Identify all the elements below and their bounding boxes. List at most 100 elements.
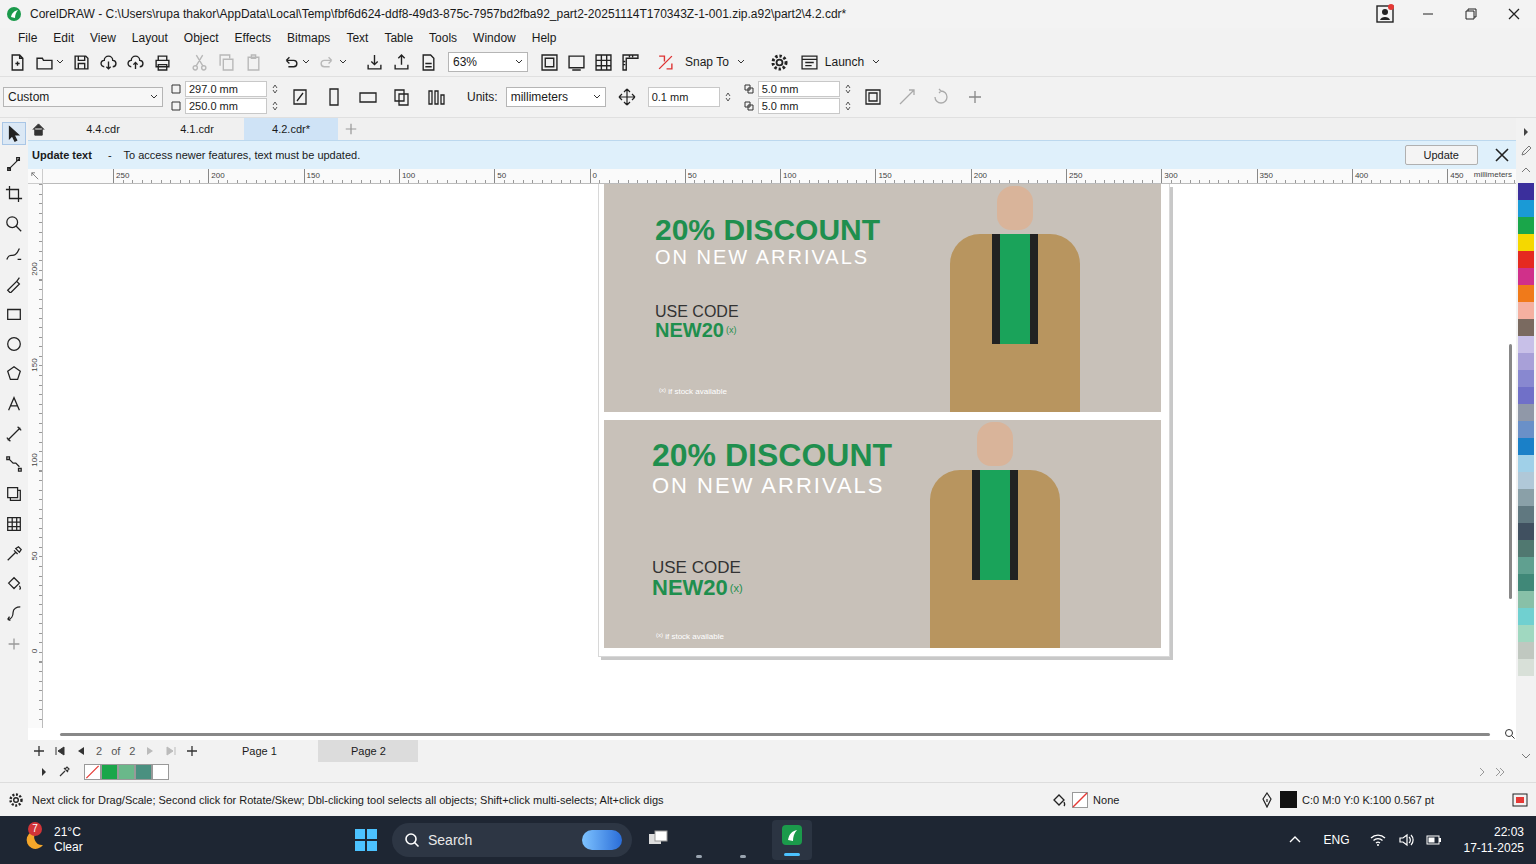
spinner-icon[interactable] — [271, 100, 279, 112]
document-tab[interactable]: 4.4.cdr — [56, 118, 150, 140]
spinner-icon[interactable] — [724, 91, 732, 103]
task-view-icon[interactable] — [646, 828, 670, 852]
status-gear-icon[interactable] — [8, 792, 24, 808]
menu-item[interactable]: Window — [465, 28, 524, 48]
scroll-end-icon[interactable] — [1494, 766, 1506, 778]
clock[interactable]: 22:0317-11-2025 — [1464, 824, 1525, 856]
color-swatch[interactable] — [1518, 472, 1534, 489]
tool-button[interactable] — [2, 632, 26, 655]
update-button[interactable]: Update — [1405, 145, 1478, 165]
menu-item[interactable]: Bitmaps — [279, 28, 338, 48]
color-swatch[interactable] — [1518, 438, 1534, 455]
all-pages-icon[interactable] — [392, 87, 412, 107]
coreldraw-taskbar-app[interactable] — [772, 820, 812, 860]
toolbar-button[interactable] — [4, 50, 31, 74]
color-swatch[interactable] — [1518, 285, 1534, 302]
tool-button[interactable] — [2, 512, 26, 535]
current-page-icon[interactable] — [426, 87, 446, 107]
tool-button[interactable] — [2, 272, 26, 295]
scroll-down-icon[interactable] — [1520, 750, 1532, 762]
scale-icon[interactable] — [897, 87, 917, 107]
toolbar-button[interactable] — [149, 50, 176, 74]
document-tab[interactable]: 4.2.cdr* — [244, 118, 338, 140]
taskbar-search[interactable]: Search — [392, 823, 632, 857]
menu-item[interactable]: Text — [338, 28, 376, 48]
tool-button[interactable] — [2, 242, 26, 265]
toolbar-button[interactable] — [361, 50, 388, 74]
color-swatch[interactable] — [1518, 387, 1534, 404]
close-notification-icon[interactable] — [1494, 147, 1510, 163]
tool-button[interactable] — [2, 542, 26, 565]
profile-icon[interactable] — [1375, 4, 1395, 24]
tool-button[interactable] — [2, 392, 26, 415]
color-swatch[interactable] — [1518, 506, 1534, 523]
discount-banner[interactable]: 20% DISCOUNTON NEW ARRIVALSUSE CODENEW20… — [604, 184, 1161, 412]
toolbar-button[interactable] — [617, 50, 644, 74]
zoom-level-field[interactable]: 63% — [448, 52, 528, 72]
toolbar-button[interactable] — [277, 50, 314, 74]
palette-expand-icon[interactable] — [38, 766, 50, 778]
color-swatch[interactable] — [1518, 336, 1534, 353]
spinner-icon[interactable] — [844, 100, 852, 112]
tool-button[interactable] — [2, 362, 26, 385]
tool-button[interactable] — [2, 482, 26, 505]
duplicate-y-field[interactable]: 5.0 mm — [744, 98, 852, 114]
color-swatch[interactable] — [1518, 455, 1534, 472]
document-color-swatch[interactable] — [118, 764, 135, 780]
page-preset-select[interactable]: Custom — [3, 87, 163, 107]
outline-indicator[interactable]: C:0 M:0 Y:0 K:100 0.567 pt — [1259, 791, 1434, 808]
taskbar-app[interactable] — [684, 820, 714, 860]
color-swatch[interactable] — [1518, 370, 1534, 387]
minimize-icon[interactable] — [1418, 4, 1438, 24]
toolbar-button[interactable] — [536, 50, 563, 74]
bleed-icon[interactable] — [863, 87, 883, 107]
spinner-icon[interactable] — [271, 83, 279, 95]
tool-button[interactable] — [2, 452, 26, 475]
close-icon[interactable] — [1504, 4, 1524, 24]
tool-button[interactable] — [2, 122, 26, 145]
color-swatch[interactable] — [1518, 234, 1534, 251]
color-swatch[interactable] — [1518, 591, 1534, 608]
page-background-icon[interactable] — [290, 87, 310, 107]
page-height-field[interactable]: 250.0 mm — [171, 98, 279, 114]
first-page-icon[interactable] — [54, 745, 66, 757]
scroll-up-icon[interactable] — [1520, 164, 1532, 176]
document-color-swatch[interactable] — [101, 764, 118, 780]
canvas[interactable]: 20% DISCOUNTON NEW ARRIVALSUSE CODENEW20… — [43, 184, 1504, 728]
toolbar-button[interactable] — [95, 50, 122, 74]
tool-button[interactable] — [2, 182, 26, 205]
vertical-scroll-thumb[interactable] — [1509, 344, 1512, 599]
toolbar-button[interactable] — [388, 50, 415, 74]
toolbar-button[interactable] — [122, 50, 149, 74]
input-language[interactable]: ENG — [1323, 833, 1349, 847]
zoom-corner-icon[interactable] — [1504, 728, 1516, 740]
speaker-icon[interactable] — [1398, 832, 1414, 848]
toolbar-button[interactable] — [652, 50, 679, 74]
color-proof-icon[interactable] — [1512, 792, 1528, 808]
document-tab[interactable]: 4.1.cdr — [150, 118, 244, 140]
color-swatch[interactable] — [1518, 353, 1534, 370]
tool-button[interactable] — [2, 602, 26, 625]
weather-widget[interactable]: 721°CClear — [0, 825, 340, 855]
launch-dropdown[interactable]: Launch — [794, 54, 886, 71]
dropdown-caret-icon[interactable] — [515, 58, 523, 66]
color-swatch[interactable] — [1518, 574, 1534, 591]
discount-banner[interactable]: 20% DISCOUNTON NEW ARRIVALSUSE CODENEW20… — [604, 420, 1161, 648]
page-tab[interactable]: Page 2 — [318, 740, 418, 762]
restore-icon[interactable] — [1461, 4, 1481, 24]
tool-button[interactable] — [2, 152, 26, 175]
options-button[interactable] — [765, 50, 794, 74]
menu-item[interactable]: View — [82, 28, 124, 48]
color-swatch[interactable] — [1518, 540, 1534, 557]
toolbar-button[interactable] — [590, 50, 617, 74]
landscape-icon[interactable] — [358, 87, 378, 107]
snap-to-dropdown[interactable]: Snap To — [679, 55, 751, 69]
color-swatch[interactable] — [1518, 625, 1534, 642]
horizontal-ruler[interactable]: 2502001501005005010015020025030035040045… — [43, 169, 1516, 184]
color-swatch[interactable] — [1518, 523, 1534, 540]
menu-item[interactable]: Table — [376, 28, 421, 48]
color-swatch[interactable] — [1518, 200, 1534, 217]
tool-button[interactable] — [2, 212, 26, 235]
toolbar-button[interactable] — [415, 50, 442, 74]
vertical-ruler[interactable]: 200150100500 — [28, 184, 43, 728]
